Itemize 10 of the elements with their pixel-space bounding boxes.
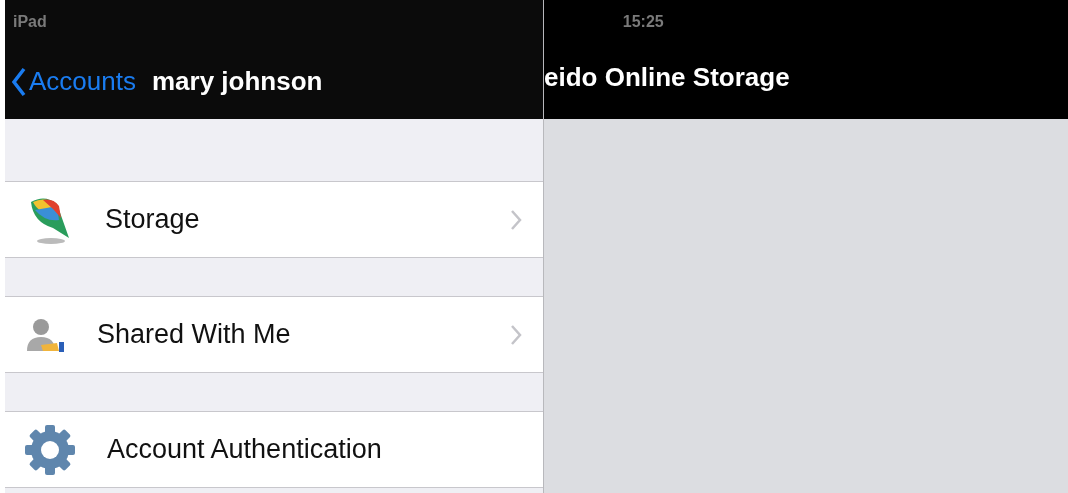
list-row[interactable]: Storage — [5, 181, 543, 258]
nav-title: mary johnson — [151, 65, 323, 98]
status-time: 15:25 — [622, 12, 664, 32]
back-chevron-icon — [11, 66, 27, 97]
back-button[interactable]: Accounts — [11, 62, 136, 101]
settings-icon — [23, 422, 77, 477]
device-name: iPad — [13, 12, 47, 32]
list-row[interactable]: Shared With Me — [5, 296, 543, 373]
list-row[interactable]: Account Authentication — [5, 411, 543, 488]
nav-title: eido Online Storage — [544, 61, 790, 94]
